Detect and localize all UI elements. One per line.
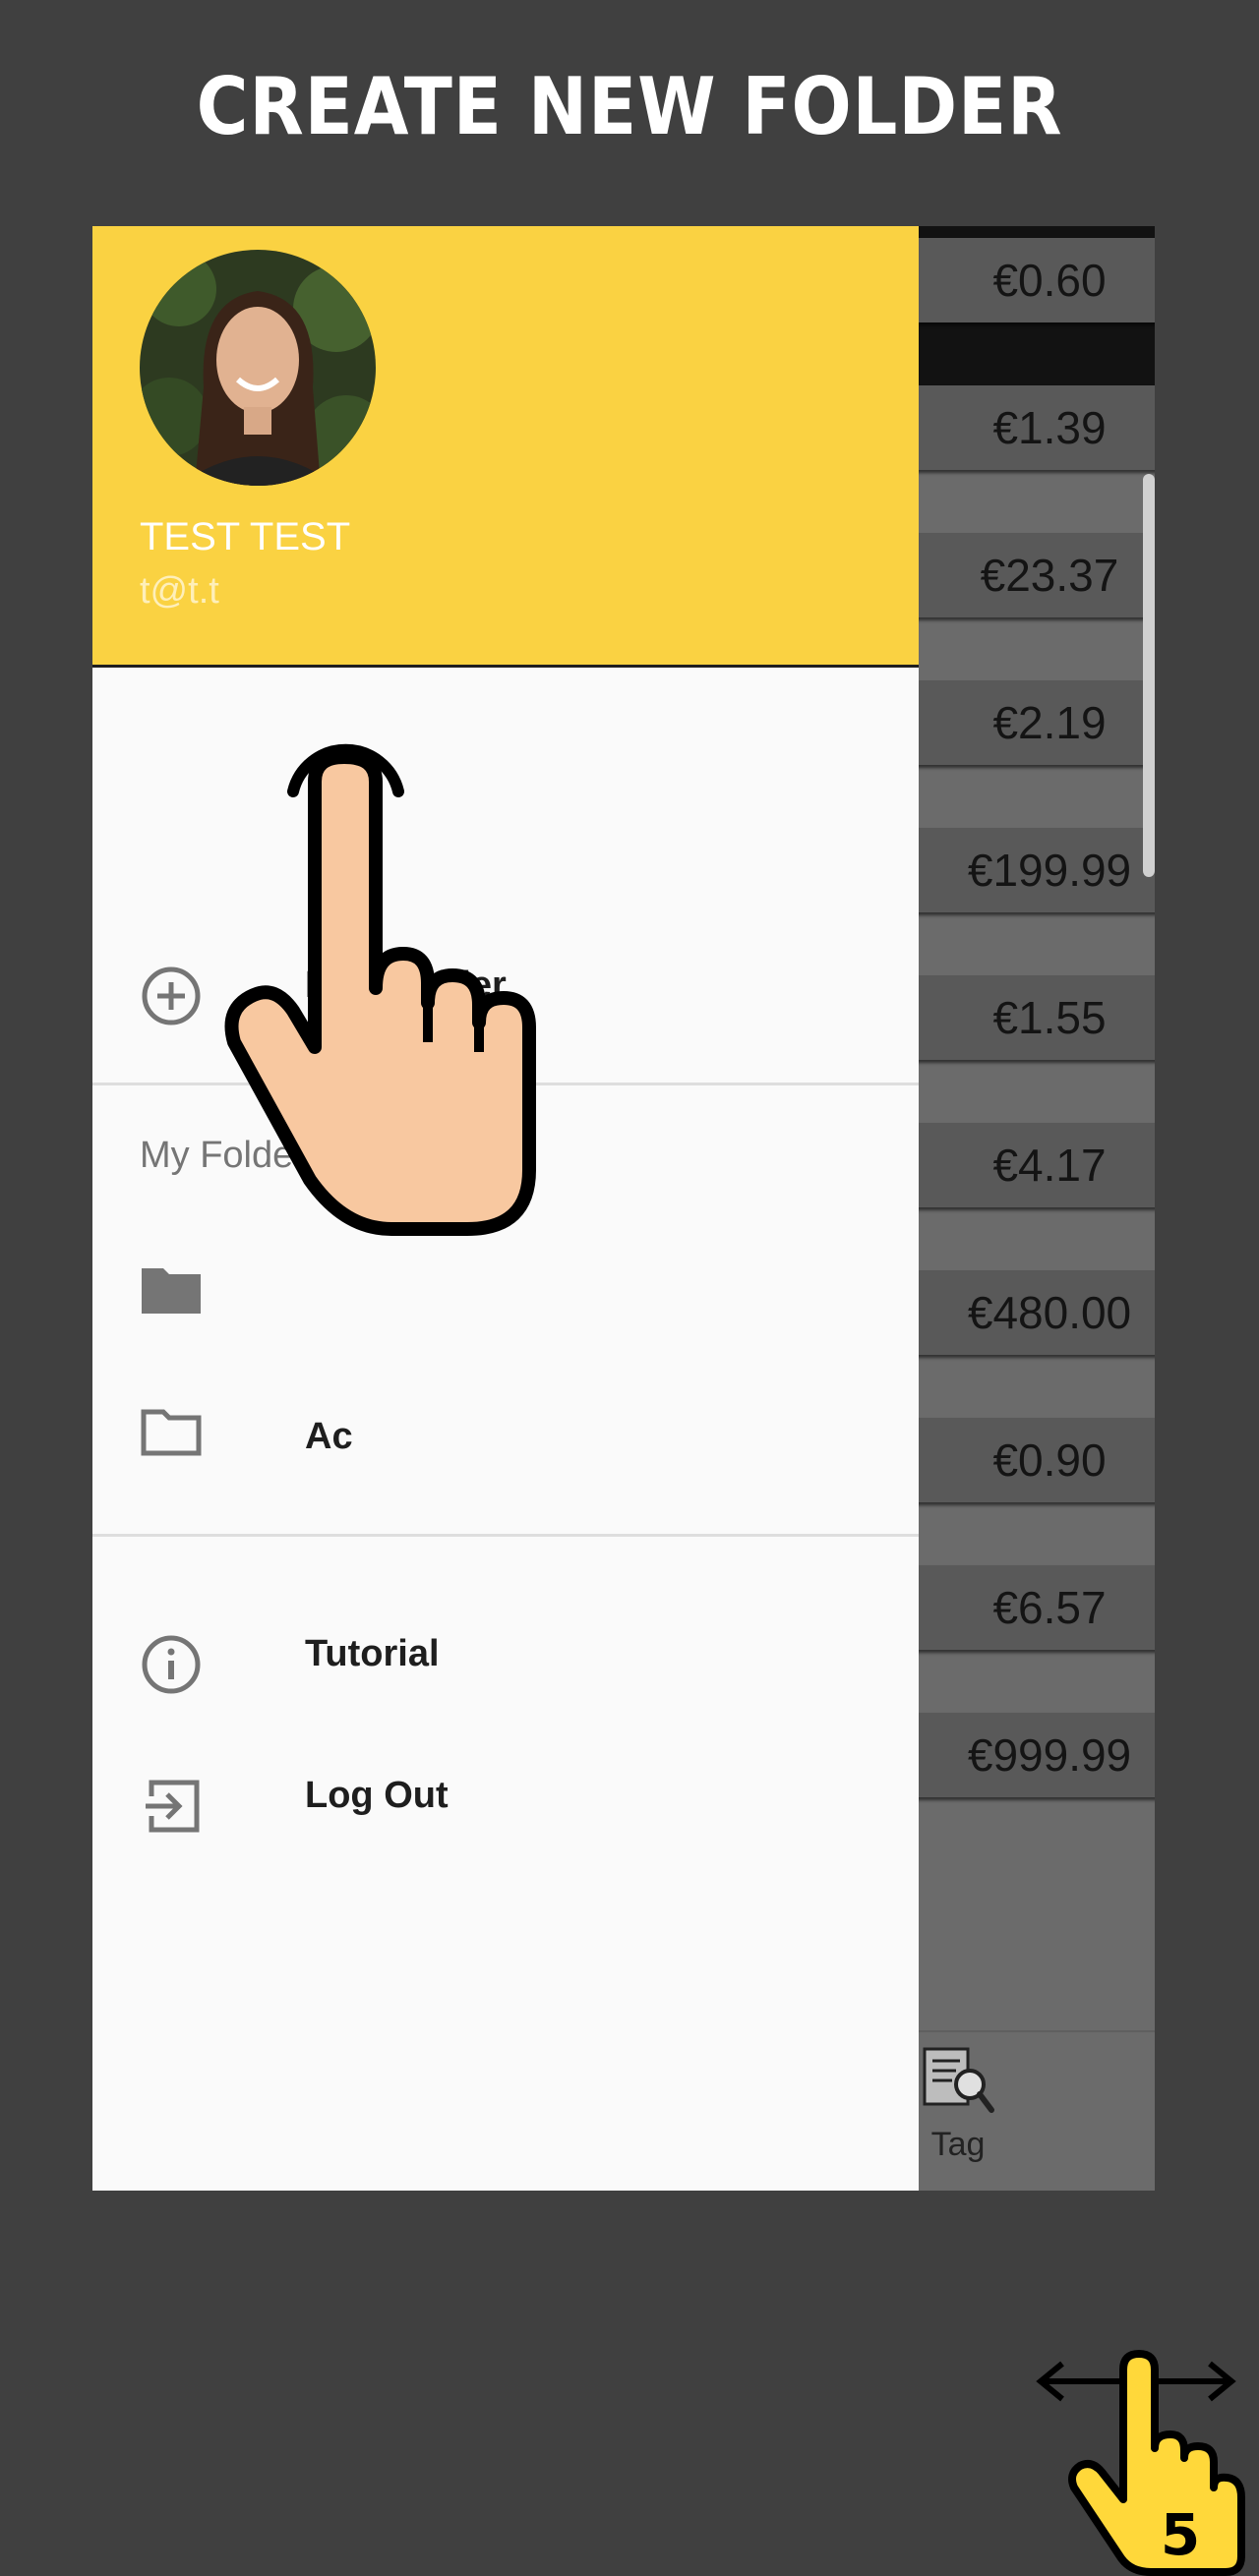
folder-item[interactable]: Ac <box>92 1351 919 1469</box>
tab-tag[interactable]: Tag <box>909 2045 1007 2164</box>
scrollbar[interactable] <box>1143 474 1155 877</box>
folder-label: Ac <box>305 1416 353 1457</box>
banner-title: CREATE NEW FOLDER <box>196 61 1063 152</box>
tab-tag-label: Tag <box>930 2126 986 2163</box>
folder-outline-icon <box>141 1409 202 1456</box>
swipe-hint-icon: 5 <box>1036 2350 1245 2576</box>
tag-search-icon <box>923 2047 994 2113</box>
log-out-icon <box>146 1780 200 1833</box>
folder-filled-icon <box>142 1268 201 1314</box>
add-circle-icon <box>142 966 201 1025</box>
info-icon <box>142 1635 201 1694</box>
menu-item-tutorial[interactable]: Tutorial <box>92 1598 919 1716</box>
menu-item-log-out[interactable]: Log Out <box>92 1739 919 1857</box>
user-email: t@t.t <box>140 570 219 612</box>
drawer-header: TEST TEST t@t.t <box>92 226 919 668</box>
user-name: TEST TEST <box>140 515 351 558</box>
avatar[interactable] <box>140 250 376 486</box>
divider <box>92 1534 919 1537</box>
swipe-hint-number: 5 <box>1161 2501 1200 2568</box>
menu-item-label: Log Out <box>305 1775 449 1816</box>
tap-hand-icon <box>224 743 536 1236</box>
menu-item-label: Tutorial <box>305 1633 440 1674</box>
